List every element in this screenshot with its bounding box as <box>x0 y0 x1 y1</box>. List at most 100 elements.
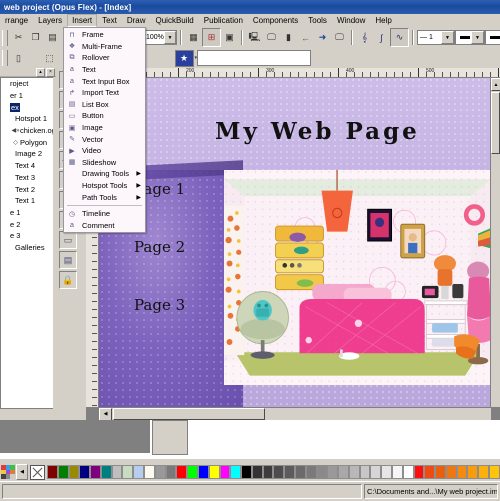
tree-item[interactable]: e 2 <box>1 218 53 230</box>
tree-item[interactable]: Galleries <box>1 242 53 254</box>
color-swatch[interactable] <box>230 465 242 479</box>
color-swatch[interactable] <box>90 465 101 479</box>
insert-menu-item-hotspot-tools[interactable]: Hotspot Tools ▶ <box>64 180 145 192</box>
line-preview-combo[interactable] <box>485 30 500 45</box>
tree-item[interactable]: e 3 <box>1 230 53 242</box>
menu-item-help[interactable]: Help <box>370 14 396 27</box>
tree-item[interactable]: ex <box>1 101 53 113</box>
grid-button[interactable]: ▦ <box>185 29 202 46</box>
tree-item[interactable]: e 1 <box>1 207 53 219</box>
color-swatch[interactable] <box>424 465 436 479</box>
color-swatch[interactable] <box>122 465 134 479</box>
preview-browser-button[interactable]: 🖵 <box>263 29 280 46</box>
color-swatch[interactable] <box>348 465 360 479</box>
toolbar-grip[interactable] <box>2 29 8 46</box>
line-width-combo[interactable]: — 1 ▼ <box>417 30 455 45</box>
insert-menu-item-comment[interactable]: a Comment <box>64 220 145 232</box>
tree-item[interactable]: er 1 <box>1 90 53 102</box>
insert-menu-item-frame[interactable]: ⊓ Frame <box>64 29 145 41</box>
insert-menu-item-image[interactable]: ▣ Image <box>64 122 145 134</box>
color-swatch[interactable] <box>392 465 403 479</box>
color-swatch[interactable] <box>284 465 295 479</box>
color-swatch[interactable] <box>144 465 155 479</box>
guides-button[interactable]: ⊞ <box>202 28 221 47</box>
nudge-right-button[interactable]: ➜ <box>314 29 331 46</box>
vertical-scrollbar[interactable]: ▲ <box>490 78 500 407</box>
star-shape-tool[interactable]: ★ <box>174 49 194 67</box>
edit-mode-button[interactable]: ▯ <box>10 50 27 67</box>
insert-menu-item-path-tools[interactable]: Path Tools ▶ <box>64 191 145 203</box>
vscroll-thumb[interactable] <box>491 92 500 154</box>
listbox-tool-button[interactable]: ▤ <box>59 251 77 269</box>
color-swatch[interactable] <box>359 465 371 479</box>
color-swatch[interactable] <box>413 465 425 479</box>
preview-button[interactable]: 🖳 <box>246 29 263 46</box>
properties-panel[interactable] <box>152 420 188 455</box>
close-panel-button[interactable]: × <box>46 67 55 77</box>
menu-item-window[interactable]: Window <box>332 14 370 27</box>
tree-item[interactable]: Image 2 <box>1 148 53 160</box>
insert-menu-item-video[interactable]: ▶ Video <box>64 145 145 157</box>
color-swatch[interactable] <box>133 465 145 479</box>
cut-button[interactable]: ✂ <box>10 29 27 46</box>
insert-menu-item-slideshow[interactable]: ▦ Slideshow <box>64 157 145 169</box>
project-tree[interactable]: rojecter 1exHotspot 1◀»chicken.ogg◇Polyg… <box>0 77 53 409</box>
tree-item[interactable]: Text 2 <box>1 183 53 195</box>
color-swatch[interactable] <box>68 465 80 479</box>
menu-item-text[interactable]: Text <box>97 14 122 27</box>
insert-menu-item-import-text[interactable]: ↱ Import Text <box>64 87 145 99</box>
insert-menu-item-list-box[interactable]: ▤ List Box <box>64 99 145 111</box>
horizontal-scrollbar[interactable]: ◀ <box>99 407 491 421</box>
color-swatch[interactable] <box>294 465 306 479</box>
scroll-up-arrow[interactable]: ▲ <box>491 78 500 91</box>
menu-item-insert[interactable]: Insert <box>67 14 98 27</box>
color-swatch[interactable] <box>316 465 328 479</box>
page-border-button[interactable]: ▣ <box>221 29 238 46</box>
insert-menu-item-multi-frame[interactable]: ❖ Multi-Frame <box>64 41 145 53</box>
color-swatch[interactable] <box>445 465 457 479</box>
tree-item[interactable]: ◀»chicken.ogg <box>1 125 53 137</box>
tree-item[interactable]: Text 3 <box>1 172 53 184</box>
color-swatch[interactable] <box>197 465 209 479</box>
curve-button[interactable]: ∿ <box>390 28 409 47</box>
page-title-text[interactable]: My Web Page <box>215 118 420 145</box>
chevron-down-icon[interactable]: ▼ <box>163 31 176 44</box>
lock-tool-button[interactable]: 🔒 <box>59 271 77 289</box>
color-swatch[interactable] <box>489 465 500 479</box>
paste-button[interactable]: ▤ <box>44 29 61 46</box>
path-button[interactable]: ∫ <box>373 29 390 46</box>
nav-link[interactable]: Page 2 <box>134 238 185 256</box>
insert-menu-item-drawing-tools[interactable]: Drawing Tools ▶ <box>64 168 145 180</box>
color-swatch[interactable] <box>208 465 220 479</box>
menu-item-layers[interactable]: Layers <box>33 14 67 27</box>
color-swatch[interactable] <box>435 465 446 479</box>
style-combo[interactable] <box>197 50 312 66</box>
color-swatch[interactable] <box>478 465 490 479</box>
tree-item[interactable]: roject <box>1 78 53 90</box>
color-swatch[interactable] <box>47 465 58 479</box>
chevron-down-icon[interactable]: ▼ <box>441 31 454 44</box>
palette-icon[interactable] <box>1 465 15 479</box>
color-swatch[interactable] <box>402 465 414 479</box>
screen-button[interactable]: 🖵 <box>331 29 348 46</box>
color-swatch-row[interactable] <box>47 465 500 479</box>
scroll-left-arrow[interactable]: ◀ <box>99 407 112 421</box>
insert-menu-dropdown[interactable]: ⊓ Frame ❖ Multi-Frame ⧉ Rollover a Text a Text In… <box>63 27 146 234</box>
select-tool[interactable]: ⬚ <box>41 50 58 67</box>
tree-item[interactable]: Text 1 <box>1 195 53 207</box>
insert-menu-item-button[interactable]: ▭ Button <box>64 110 145 122</box>
color-swatch[interactable] <box>187 465 198 479</box>
bedroom-image[interactable] <box>224 170 491 385</box>
color-swatch[interactable] <box>57 465 69 479</box>
color-swatch[interactable] <box>154 465 166 479</box>
color-swatch[interactable] <box>79 465 91 479</box>
line-style-combo[interactable]: ▼ <box>455 30 485 45</box>
button-tool-button[interactable]: ▭ <box>59 231 77 249</box>
menu-item-draw[interactable]: Draw <box>122 14 151 27</box>
color-swatch[interactable] <box>370 465 382 479</box>
tree-item[interactable]: Hotspot 1 <box>1 113 53 125</box>
color-swatch[interactable] <box>262 465 274 479</box>
color-swatch[interactable] <box>273 465 285 479</box>
no-color-swatch[interactable] <box>30 464 45 480</box>
animation-button[interactable]: 𝄞 <box>356 29 373 46</box>
